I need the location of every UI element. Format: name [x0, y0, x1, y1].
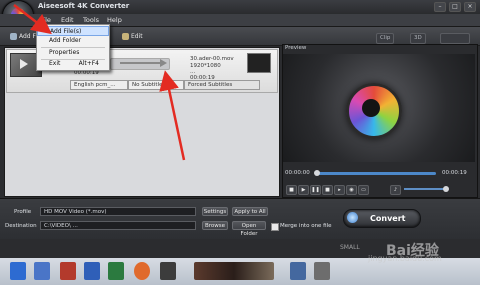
profile-select[interactable]: HD MOV Video (*.mov) [40, 207, 196, 216]
apply-to-all-button[interactable]: Apply to All [232, 207, 268, 216]
preview-time-end: 00:00:19 [442, 170, 467, 176]
minimize-icon[interactable]: – [434, 2, 446, 12]
play-button-icon[interactable]: ▶ [298, 185, 309, 195]
maximize-icon[interactable]: □ [449, 2, 461, 12]
volume-handle[interactable] [443, 186, 449, 192]
app-icon[interactable] [60, 262, 76, 280]
preview-time-start: 00:00:00 [285, 170, 310, 176]
stop-button-icon[interactable]: ■ [322, 185, 333, 195]
watermark-left: SMALL [340, 244, 360, 251]
watermark-url: jingyan.baidu.com [368, 254, 442, 263]
edit-icon [122, 33, 129, 40]
menu-item-properties[interactable]: Properties [37, 48, 109, 58]
output-name: 30.ader-00.mov [190, 56, 234, 62]
subtitle-select[interactable]: No Subtitle [128, 80, 184, 90]
forced-subtitles-checkbox[interactable]: Forced Subtitles [184, 80, 260, 90]
add-file-icon [10, 33, 17, 40]
menu-file[interactable]: File [40, 16, 51, 24]
play-icon [20, 59, 28, 69]
volume-icon[interactable]: ♪ [390, 185, 401, 195]
app-icon[interactable] [314, 262, 330, 280]
merge-checkbox[interactable] [271, 223, 279, 231]
menu-item-add-folder[interactable]: Add Folder [37, 36, 109, 46]
volume-slider[interactable] [404, 188, 448, 190]
menu-help[interactable]: Help [107, 16, 122, 24]
destination-label: Destination [5, 223, 37, 229]
app-icon[interactable] [34, 262, 50, 280]
toolbar-extra-button[interactable] [440, 33, 470, 44]
edit-button[interactable]: Edit [122, 33, 143, 40]
app-icon[interactable] [10, 262, 26, 280]
close-icon[interactable]: × [464, 2, 476, 12]
window-controls: – □ × [434, 2, 476, 12]
aperture-center [362, 99, 380, 117]
desktop-thumbnails [194, 262, 274, 280]
open-folder-button[interactable]: Open Folder [232, 221, 266, 237]
arrow-icon [120, 62, 160, 64]
pause-icon[interactable]: ❚❚ [310, 185, 321, 195]
seek-handle[interactable] [314, 170, 320, 176]
folder-icon[interactable]: ▭ [358, 185, 369, 195]
seek-bar[interactable] [316, 172, 436, 175]
arrow-head-icon [160, 59, 167, 67]
file-menu-dropdown: Add File(s) Add Folder Properties Exit Al… [36, 24, 110, 71]
window-title: Aiseesoft 4K Converter [38, 2, 130, 10]
convert-icon [347, 212, 358, 223]
browse-button[interactable]: Browse [202, 221, 228, 230]
audio-track-select[interactable]: English pcm_... [70, 80, 128, 90]
clip-button[interactable]: Clip [376, 33, 395, 44]
snapshot-icon[interactable]: ◉ [346, 185, 357, 195]
settings-button[interactable]: Settings [202, 207, 228, 216]
preview-label: Preview [285, 45, 307, 51]
next-frame-icon[interactable]: ▸ [334, 185, 345, 195]
3d-button[interactable]: 3D [410, 33, 426, 44]
menu-item-add-files[interactable]: Add File(s) [37, 26, 109, 36]
output-format-icon[interactable] [247, 53, 271, 73]
stop-icon[interactable]: ■ [286, 185, 297, 195]
destination-input[interactable]: C:\VIDEO\ ... [40, 221, 196, 230]
app-icon[interactable] [84, 262, 100, 280]
app-icon[interactable] [134, 262, 150, 280]
profile-label: Profile [14, 209, 32, 215]
menu-tools[interactable]: Tools [83, 16, 99, 24]
menu-item-exit[interactable]: Exit Alt+F4 [37, 59, 109, 69]
app-icon[interactable] [108, 262, 124, 280]
app-icon[interactable] [290, 262, 306, 280]
merge-label: Merge into one file [280, 223, 332, 229]
app-icon[interactable] [160, 262, 176, 280]
menu-edit[interactable]: Edit [61, 16, 74, 24]
